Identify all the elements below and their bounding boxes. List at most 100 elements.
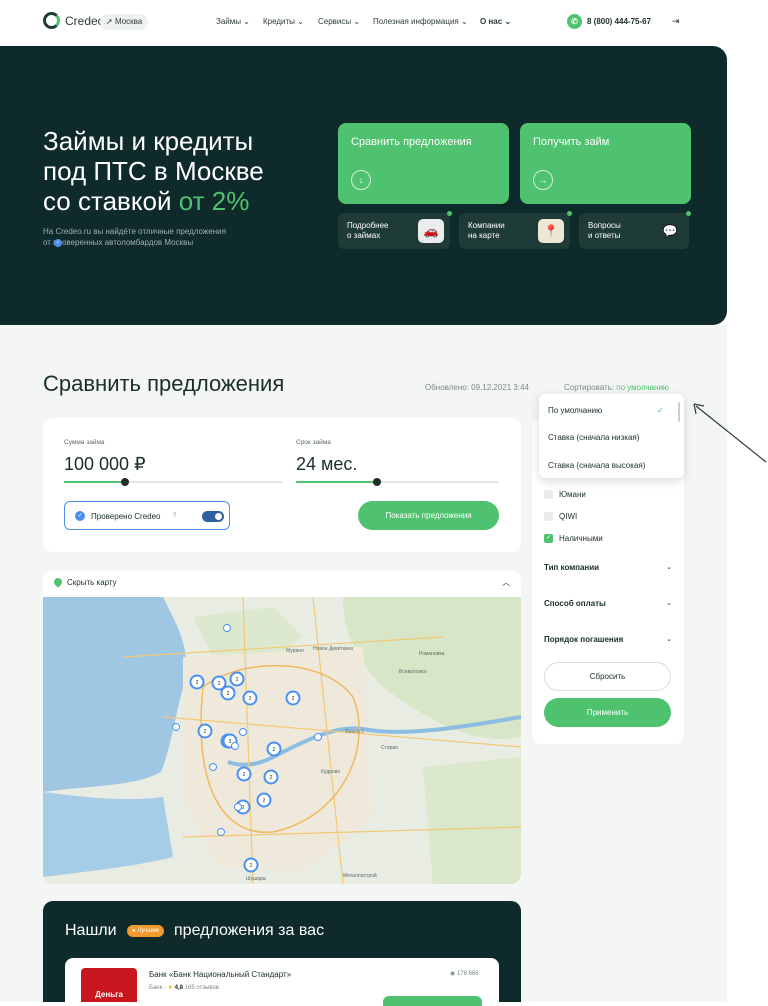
check-icon: ✓ [657, 406, 664, 415]
filter-section-payment-method[interactable]: Способ оплаты ⌄ [544, 599, 672, 608]
nav-item-credits[interactable]: Кредиты ⌄ [263, 17, 304, 26]
chat-bubble-icon: 💬 [662, 224, 678, 238]
more-about-loans-card[interactable]: Подробнее о займах 🚗 [338, 211, 452, 249]
map-label: Шушары [246, 876, 267, 882]
map-pin[interactable] [223, 624, 231, 632]
map-header[interactable]: Скрыть карту ︿ [43, 571, 521, 597]
star-icon: ★ [167, 985, 173, 991]
map-cluster-count: 2 [273, 747, 276, 753]
map-pin[interactable] [217, 828, 225, 836]
bank-meta: Банк · ★ 4,8 165 отзывов [149, 985, 219, 991]
map-cluster-count: 2 [236, 677, 239, 683]
map-label: Старая [381, 745, 398, 751]
term-value: 24 мес. [296, 454, 358, 474]
term-slider-handle[interactable] [373, 478, 382, 486]
eye-icon: ◉ [450, 971, 456, 977]
map-cluster-count: 2 [263, 798, 266, 804]
hero-subtitle: На Credeo.ru вы найдёте отличные предлож… [43, 227, 226, 247]
map-pin[interactable] [209, 763, 217, 771]
filter-cash[interactable]: ✓ Наличными [544, 534, 603, 543]
sort-control[interactable]: Сортировать: по умолчанию [564, 383, 669, 392]
map-pin[interactable] [231, 742, 239, 750]
sort-option-default[interactable]: По умолчанию [548, 406, 602, 415]
offer-card[interactable]: Деньга Банк «Банк Национальный Стандарт»… [65, 958, 499, 1006]
map-label: Янино-1 [345, 729, 364, 735]
dropdown-scrollbar[interactable] [678, 402, 680, 422]
nav-item-loans[interactable]: Займы ⌄ [216, 17, 250, 26]
faq-card[interactable]: Вопросы и ответы 💬 [579, 211, 691, 249]
nav-item-about[interactable]: О нас ⌄ [480, 17, 511, 26]
loan-calculator: Сумма займа 100 000 ₽ Срок займа 24 мес.… [43, 418, 521, 552]
verified-check-icon: ✓ [54, 239, 62, 247]
get-loan-card[interactable]: Получить займ → [520, 123, 691, 204]
filter-section-repayment-order[interactable]: Порядок погашения ⌄ [544, 635, 672, 644]
map-cluster-count: 2 [242, 805, 245, 811]
map-cluster-count: 2 [218, 681, 221, 687]
city-selector[interactable]: ➚ Москва [100, 14, 149, 30]
checkbox[interactable] [544, 490, 553, 499]
filter-yumani[interactable]: Юмани [544, 490, 586, 499]
filter-section-company-type[interactable]: Тип компании ⌄ [544, 563, 672, 572]
map-cluster-count: 2 [292, 696, 295, 702]
phone-link[interactable]: ✆ 8 (800) 444-75-67 [567, 14, 651, 29]
compare-offers-card[interactable]: Сравнить предложения ↓ [338, 123, 509, 204]
car-icon: 🚗 [418, 219, 444, 243]
bank-name[interactable]: Банк «Банк Национальный Стандарт» [149, 970, 291, 979]
bank-logo: Деньга [81, 968, 137, 1002]
sort-option-rate-low[interactable]: Ставка (сначала низкая) [548, 433, 639, 442]
logo-icon [43, 12, 60, 29]
verified-check-icon: ✓ [75, 511, 85, 521]
map-pin[interactable] [172, 723, 180, 731]
bay-water [43, 792, 173, 877]
arrow-right-icon: → [533, 170, 553, 190]
map-label: Металлострой [343, 872, 377, 879]
map-cluster-count: 2 [204, 729, 207, 735]
new-dot [686, 211, 691, 216]
map-pin[interactable] [239, 728, 247, 736]
city-label: Москва [114, 17, 143, 26]
checkbox-checked[interactable]: ✓ [544, 534, 553, 543]
filter-qiwi[interactable]: QIWI [544, 512, 577, 521]
map-cluster-count: 2 [243, 772, 246, 778]
hero-title: Займы и кредиты под ПТС в Москве со став… [43, 126, 264, 216]
nav-item-services[interactable]: Сервисы ⌄ [318, 17, 360, 26]
amount-slider-handle[interactable] [121, 478, 130, 486]
annotation-arrow-icon [693, 403, 767, 463]
best-badge: ● Лучшие [127, 925, 164, 937]
map-label: Мурино [286, 648, 304, 654]
chevron-down-icon: ⌄ [461, 17, 468, 26]
new-dot [447, 211, 452, 216]
chevron-down-icon: ⌄ [243, 17, 250, 26]
map-pin[interactable] [314, 733, 322, 741]
companies-map-card[interactable]: Компании на карте 📍 [459, 211, 572, 249]
whatsapp-icon: ✆ [567, 14, 582, 29]
help-icon[interactable]: ? [173, 513, 176, 519]
chevron-down-icon: ⌄ [353, 17, 361, 26]
map-label: Кудрово [321, 769, 340, 775]
updated-timestamp: Обновлено: 09.12.2021 3:44 [425, 383, 529, 392]
chevron-down-icon: ⌄ [297, 17, 304, 26]
verified-filter[interactable]: ✓ Проверено Credeo ? [64, 501, 230, 530]
nav-item-useful-info[interactable]: Полезная информация ⌄ [373, 17, 468, 26]
map-cluster-count: 2 [250, 863, 253, 869]
hide-map-toggle: Скрыть карту [67, 578, 117, 587]
map-canvas[interactable]: Мурино Новое Девяткино Всеволожск Кудров… [43, 596, 521, 884]
sort-option-rate-high[interactable]: Ставка (сначала высокая) [548, 461, 645, 470]
logo-text: Credeo [65, 13, 105, 28]
verified-label: Проверено Credeo [91, 512, 161, 521]
offer-apply-button[interactable] [383, 996, 482, 1006]
amount-slider-fill [64, 481, 126, 483]
gulf-water [43, 597, 187, 792]
verified-toggle[interactable] [202, 511, 224, 522]
map-pin-icon: 📍 [538, 219, 564, 243]
login-icon[interactable]: ⇥ [672, 16, 680, 27]
map-cluster-count: 3 [229, 739, 232, 745]
map-label: Всеволожск [399, 669, 427, 675]
checkbox[interactable] [544, 512, 553, 521]
map-cluster-count: 2 [270, 775, 273, 781]
apply-button[interactable]: Применить [544, 698, 671, 727]
reset-button[interactable]: Сбросить [544, 662, 671, 691]
show-offers-button[interactable]: Показать предложения [358, 501, 499, 530]
map-pin[interactable] [234, 803, 242, 811]
logo[interactable]: Credeo [43, 12, 104, 29]
